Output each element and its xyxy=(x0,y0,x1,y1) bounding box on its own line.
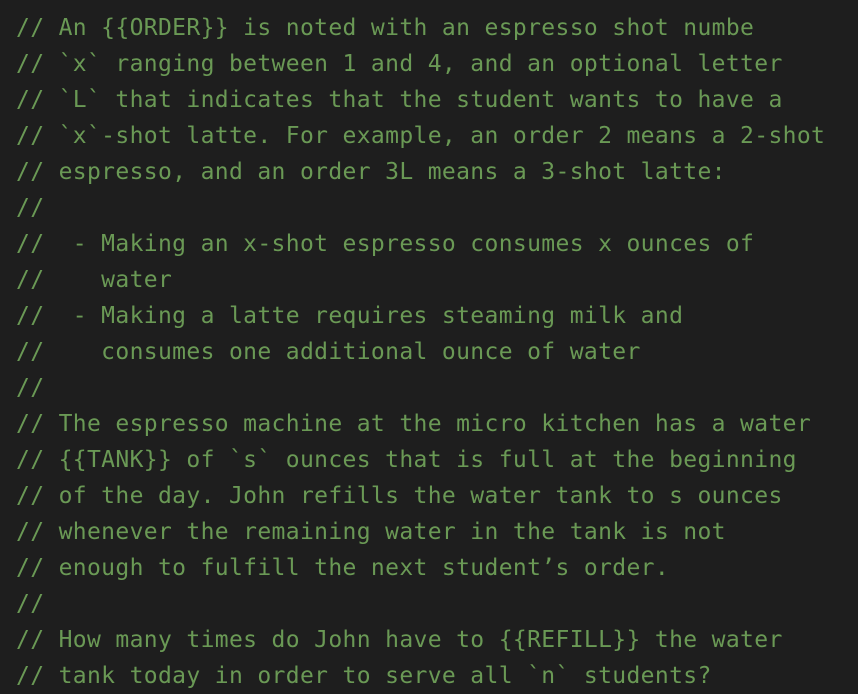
code-line-8: // water xyxy=(16,267,173,293)
code-line-15: // whenever the remaining water in the t… xyxy=(16,519,726,545)
code-line-10: // consumes one additional ounce of wate… xyxy=(16,339,641,365)
code-line-2: // `x` ranging between 1 and 4, and an o… xyxy=(16,51,783,77)
code-line-1: // An {{ORDER}} is noted with an espress… xyxy=(16,15,755,41)
code-line-19: // tank today in order to serve all `n` … xyxy=(16,663,712,689)
code-line-11: // xyxy=(16,375,45,401)
code-line-14: // of the day. John refills the water ta… xyxy=(16,483,783,509)
code-line-3: // `L` that indicates that the student w… xyxy=(16,87,783,113)
code-line-4: // `x`-shot latte. For example, an order… xyxy=(16,123,826,149)
code-line-17: // xyxy=(16,591,45,617)
code-line-6: // xyxy=(16,195,45,221)
code-line-5: // espresso, and an order 3L means a 3-s… xyxy=(16,159,726,185)
code-editor[interactable]: // An {{ORDER}} is noted with an espress… xyxy=(0,0,858,694)
code-line-12: // The espresso machine at the micro kit… xyxy=(16,411,812,437)
code-line-16: // enough to fulfill the next student’s … xyxy=(16,555,670,581)
code-line-9: // - Making a latte requires steaming mi… xyxy=(16,303,684,329)
code-line-7: // - Making an x-shot espresso consumes … xyxy=(16,231,755,257)
code-line-18: // How many times do John have to {{REFI… xyxy=(16,627,783,653)
code-line-13: // {{TANK}} of `s` ounces that is full a… xyxy=(16,447,797,473)
